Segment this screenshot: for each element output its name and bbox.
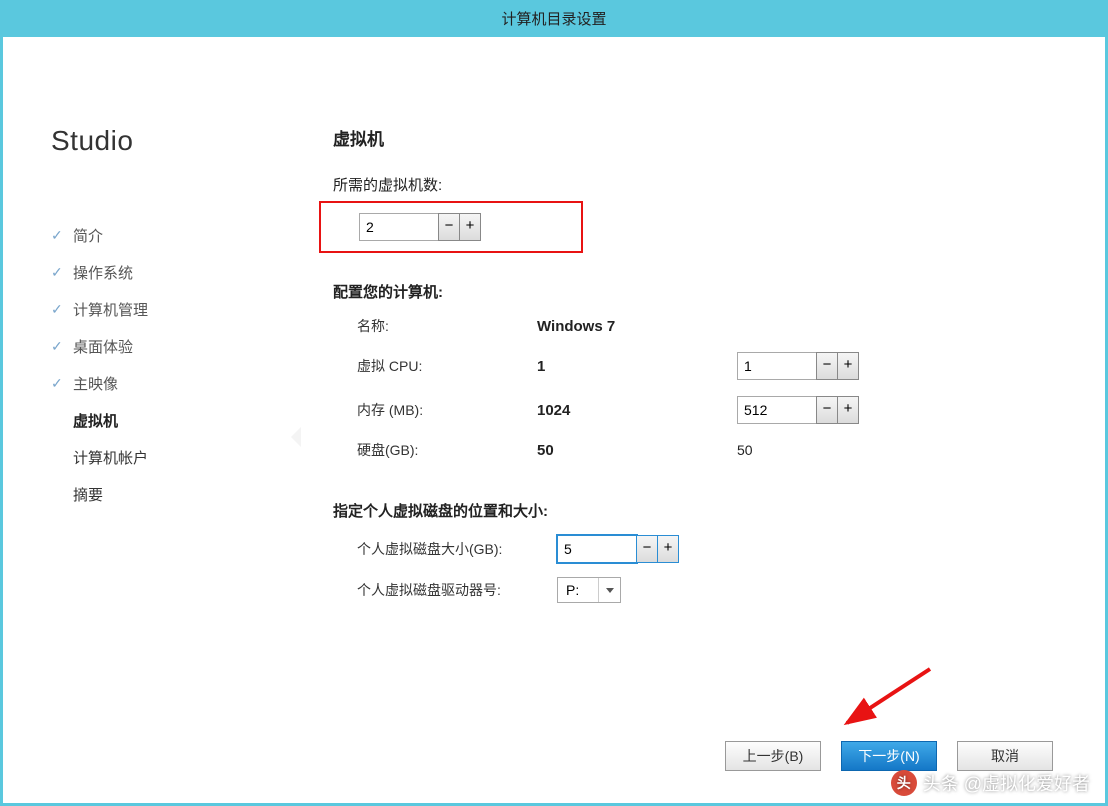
decrement-button[interactable]: − [438,213,460,241]
row-value: 1 [537,358,737,375]
check-icon: ✓ [51,264,65,281]
nav-item-summary[interactable]: ✓ 摘要 [51,476,281,513]
nav-item-master-image[interactable]: ✓ 主映像 [51,365,281,402]
row-name: 名称: Windows 7 [357,316,1065,336]
back-button[interactable]: 上一步(B) [725,741,821,771]
personal-disk-section: 指定个人虚拟磁盘的位置和大小: 个人虚拟磁盘大小(GB): − + 个人虚拟磁盘… [333,500,1065,603]
nav-item-vm[interactable]: ✓ 虚拟机 [51,402,281,439]
pdisk-size-input[interactable] [557,535,637,563]
nav-label: 计算机帐户 [73,447,148,468]
nav-item-management[interactable]: ✓ 计算机管理 [51,291,281,328]
brand-label: Studio [51,125,281,157]
row-disk: 硬盘(GB): 50 50 [357,440,1065,460]
increment-button[interactable]: + [837,396,859,424]
chevron-down-icon [598,578,620,602]
row-value-secondary: 50 [737,442,797,458]
nav-label: 虚拟机 [73,410,118,431]
check-icon: ✓ [51,375,65,392]
row-label: 虚拟 CPU: [357,356,537,376]
config-title: 配置您的计算机: [333,281,1065,302]
nav-item-intro[interactable]: ✓ 简介 [51,217,281,254]
nav-label: 摘要 [73,484,103,505]
wizard-sidebar: Studio ✓ 简介 ✓ 操作系统 ✓ 计算机管理 ✓ 桌面体验 ✓ 主映像 [51,125,281,513]
vm-count-stepper[interactable]: − + [359,213,481,241]
page-heading: 虚拟机 [333,125,1065,150]
row-value: Windows 7 [537,318,737,335]
nav-label: 桌面体验 [73,336,133,357]
increment-button[interactable]: + [837,352,859,380]
row-label: 名称: [357,316,537,336]
decrement-button[interactable]: − [636,535,658,563]
check-icon: ✓ [51,301,65,318]
vm-count-input[interactable] [359,213,439,241]
row-cpu: 虚拟 CPU: 1 − + [357,352,1065,380]
vm-count-label: 所需的虚拟机数: [333,174,1065,195]
decrement-button[interactable]: − [816,396,838,424]
main-panel: 虚拟机 所需的虚拟机数: − + 配置您的计算机: 名称: Windows 7 … [333,125,1065,733]
next-button[interactable]: 下一步(N) [841,741,937,771]
row-value: 50 [537,442,737,459]
highlight-annotation: − + [319,201,583,253]
increment-button[interactable]: + [459,213,481,241]
cpu-input[interactable] [737,352,817,380]
nav-label: 主映像 [73,373,118,394]
increment-button[interactable]: + [657,535,679,563]
drive-letter-dropdown[interactable]: P: [557,577,621,603]
row-label: 硬盘(GB): [357,440,537,460]
check-icon: ✓ [51,338,65,355]
dropdown-value: P: [558,582,598,598]
cancel-button[interactable]: 取消 [957,741,1053,771]
personal-disk-title: 指定个人虚拟磁盘的位置和大小: [333,500,1065,521]
nav-item-os[interactable]: ✓ 操作系统 [51,254,281,291]
window-title: 计算机目录设置 [3,3,1105,37]
memory-stepper[interactable]: − + [737,396,859,424]
row-pdisk-size: 个人虚拟磁盘大小(GB): − + [357,535,1065,563]
client-area: Studio ✓ 简介 ✓ 操作系统 ✓ 计算机管理 ✓ 桌面体验 ✓ 主映像 [3,37,1105,803]
row-label: 内存 (MB): [357,400,537,420]
row-label: 个人虚拟磁盘驱动器号: [357,580,557,600]
decrement-button[interactable]: − [816,352,838,380]
dialog-window: 计算机目录设置 Studio ✓ 简介 ✓ 操作系统 ✓ 计算机管理 ✓ 桌面体… [0,0,1108,806]
row-label: 个人虚拟磁盘大小(GB): [357,539,557,559]
row-memory: 内存 (MB): 1024 − + [357,396,1065,424]
row-value: 1024 [537,402,737,419]
nav-label: 操作系统 [73,262,133,283]
step-pointer-icon [291,427,301,447]
row-pdisk-drive: 个人虚拟磁盘驱动器号: P: [357,577,1065,603]
wizard-buttons: 上一步(B) 下一步(N) 取消 [725,741,1053,771]
pdisk-size-stepper[interactable]: − + [557,535,679,563]
memory-input[interactable] [737,396,817,424]
cpu-stepper[interactable]: − + [737,352,859,380]
check-icon: ✓ [51,227,65,244]
nav-item-desktop[interactable]: ✓ 桌面体验 [51,328,281,365]
nav-label: 计算机管理 [73,299,148,320]
nav-label: 简介 [73,225,103,246]
nav-item-accounts[interactable]: ✓ 计算机帐户 [51,439,281,476]
